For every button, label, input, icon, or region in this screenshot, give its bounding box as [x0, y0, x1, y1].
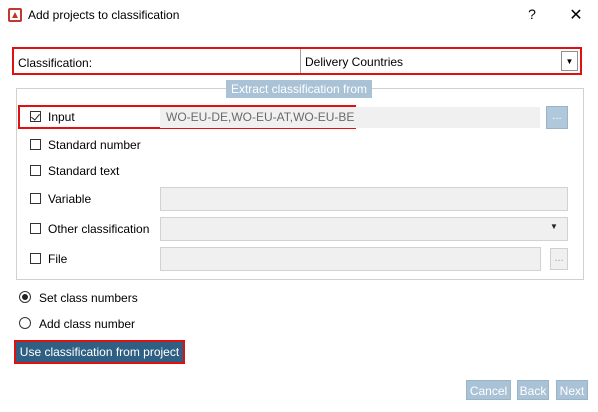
input-checkbox[interactable] — [30, 111, 41, 122]
classification-label: Classification: — [18, 56, 93, 70]
input-label: Input — [48, 110, 75, 124]
file-label: File — [48, 252, 68, 266]
next-button[interactable]: Next — [556, 380, 588, 400]
input-field-value: WO-EU-DE,WO-EU-AT,WO-EU-BE — [166, 110, 355, 124]
standard-number-checkbox[interactable] — [30, 139, 41, 150]
input-browse-button[interactable]: ... — [546, 106, 568, 129]
other-classification-label: Other classification — [48, 222, 150, 236]
variable-field[interactable] — [160, 187, 568, 211]
standard-number-label: Standard number — [48, 138, 141, 152]
window-title: Add projects to classification — [28, 8, 180, 22]
use-classification-from-project-button[interactable]: Use classification from project — [16, 342, 183, 362]
other-classification-chevron-down-icon[interactable]: ▼ — [550, 222, 558, 231]
standard-text-checkbox[interactable] — [30, 165, 41, 176]
app-logo-icon — [8, 8, 22, 22]
close-button[interactable]: ✕ — [566, 5, 586, 25]
add-class-number-label: Add class number — [39, 317, 136, 331]
classification-dropdown-chevron-icon[interactable]: ▼ — [561, 51, 578, 71]
set-class-numbers-label: Set class numbers — [39, 291, 138, 305]
other-classification-checkbox[interactable] — [30, 223, 41, 234]
cancel-button[interactable]: Cancel — [466, 380, 511, 400]
file-checkbox[interactable] — [30, 253, 41, 264]
standard-text-label: Standard text — [48, 164, 120, 178]
variable-checkbox[interactable] — [30, 193, 41, 204]
group-legend: Extract classification from — [226, 80, 372, 98]
file-field[interactable] — [160, 247, 541, 271]
set-class-numbers-radio[interactable] — [19, 291, 31, 303]
variable-label: Variable — [48, 192, 92, 206]
file-browse-button[interactable]: ... — [550, 248, 568, 270]
add-class-number-radio[interactable] — [19, 317, 31, 329]
classification-select-value: Delivery Countries — [305, 55, 404, 69]
other-classification-select[interactable] — [160, 217, 568, 241]
back-button[interactable]: Back — [517, 380, 549, 400]
help-button[interactable]: ? — [524, 6, 540, 24]
